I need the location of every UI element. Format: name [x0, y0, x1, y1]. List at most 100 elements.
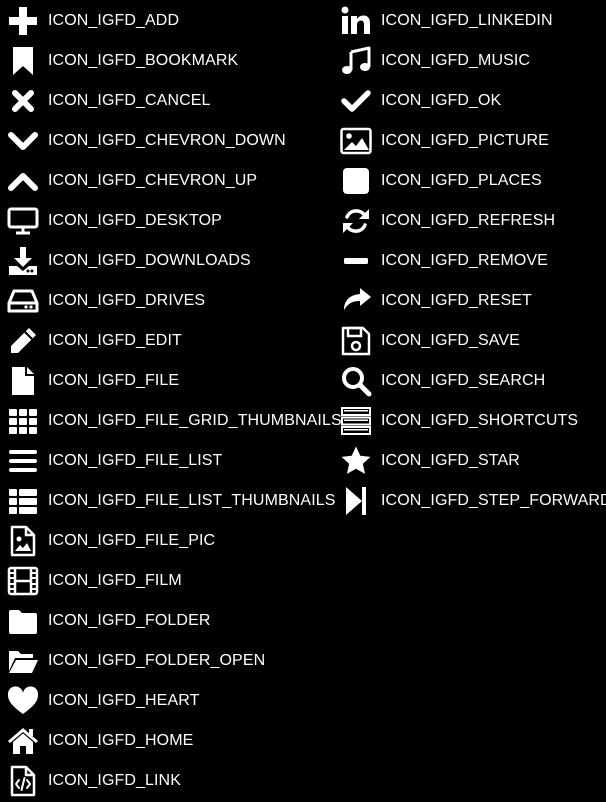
- icon-row: ICON_IGFD_SEARCH: [338, 361, 606, 401]
- icon-label: ICON_IGFD_HOME: [48, 732, 194, 749]
- icon-row: ICON_IGFD_FILE_LIST_THUMBNAILS: [5, 481, 342, 521]
- file-list-icon: [5, 443, 41, 479]
- icon-row: ICON_IGFD_REMOVE: [338, 241, 606, 281]
- icon-label: ICON_IGFD_REFRESH: [381, 212, 556, 229]
- icon-row: ICON_IGFD_HOME: [5, 721, 342, 761]
- remove-icon: [338, 243, 374, 279]
- file-icon: [5, 363, 41, 399]
- icon-label: ICON_IGFD_STEP_FORWARD: [381, 492, 606, 509]
- icon-label: ICON_IGFD_FILE_LIST: [48, 452, 223, 469]
- icon-row: ICON_IGFD_DESKTOP: [5, 201, 342, 241]
- icon-row: ICON_IGFD_REFRESH: [338, 201, 606, 241]
- icon-row: ICON_IGFD_EDIT: [5, 321, 342, 361]
- music-icon: [338, 43, 374, 79]
- icon-row: ICON_IGFD_FILM: [5, 561, 342, 601]
- reset-icon: [338, 283, 374, 319]
- icon-label: ICON_IGFD_FILE_LIST_THUMBNAILS: [48, 492, 336, 509]
- file-list-thumbnails-icon: [5, 483, 41, 519]
- icon-label: ICON_IGFD_PLACES: [381, 172, 542, 189]
- icon-row: ICON_IGFD_OK: [338, 81, 606, 121]
- icon-row: ICON_IGFD_HEART: [5, 681, 342, 721]
- places-icon: [338, 163, 374, 199]
- shortcuts-icon: [338, 403, 374, 439]
- link-icon: [5, 763, 41, 799]
- icon-row: ICON_IGFD_CHEVRON_UP: [5, 161, 342, 201]
- star-icon: [338, 443, 374, 479]
- icon-row: ICON_IGFD_DOWNLOADS: [5, 241, 342, 281]
- ok-icon: [338, 83, 374, 119]
- icon-label: ICON_IGFD_FILE: [48, 372, 180, 389]
- icon-label: ICON_IGFD_FILE_GRID_THUMBNAILS: [48, 412, 342, 429]
- cancel-icon: [5, 83, 41, 119]
- icon-label: ICON_IGFD_CANCEL: [48, 92, 211, 109]
- icon-row: ICON_IGFD_CANCEL: [5, 81, 342, 121]
- icon-label: ICON_IGFD_LINK: [48, 772, 181, 789]
- icon-row: ICON_IGFD_SAVE: [338, 321, 606, 361]
- edit-icon: [5, 323, 41, 359]
- icon-row: ICON_IGFD_SHORTCUTS: [338, 401, 606, 441]
- save-icon: [338, 323, 374, 359]
- icon-label: ICON_IGFD_DRIVES: [48, 292, 206, 309]
- icon-row: ICON_IGFD_FILE: [5, 361, 342, 401]
- drives-icon: [5, 283, 41, 319]
- icon-label: ICON_IGFD_ADD: [48, 12, 180, 29]
- icon-row: ICON_IGFD_PLACES: [338, 161, 606, 201]
- icon-label: ICON_IGFD_FOLDER: [48, 612, 211, 629]
- folder-icon: [5, 603, 41, 639]
- icon-row: ICON_IGFD_STEP_FORWARD: [338, 481, 606, 521]
- icon-row: ICON_IGFD_BOOKMARK: [5, 41, 342, 81]
- icon-row: ICON_IGFD_RESET: [338, 281, 606, 321]
- icon-row: ICON_IGFD_PICTURE: [338, 121, 606, 161]
- heart-icon: [5, 683, 41, 719]
- icon-list-right: ICON_IGFD_LINKEDIN ICON_IGFD_MUSIC ICON_…: [338, 1, 606, 521]
- icon-row: ICON_IGFD_FILE_GRID_THUMBNAILS: [5, 401, 342, 441]
- icon-label: ICON_IGFD_RESET: [381, 292, 532, 309]
- chevron-up-icon: [5, 163, 41, 199]
- icon-label: ICON_IGFD_STAR: [381, 452, 520, 469]
- picture-icon: [338, 123, 374, 159]
- icon-label: ICON_IGFD_CHEVRON_DOWN: [48, 132, 286, 149]
- icon-row: ICON_IGFD_ADD: [5, 1, 342, 41]
- icon-row: ICON_IGFD_STAR: [338, 441, 606, 481]
- icon-label: ICON_IGFD_FILM: [48, 572, 182, 589]
- icon-label: ICON_IGFD_OK: [381, 92, 502, 109]
- icon-row: ICON_IGFD_CHEVRON_DOWN: [5, 121, 342, 161]
- folder-open-icon: [5, 643, 41, 679]
- chevron-down-icon: [5, 123, 41, 159]
- step-forward-icon: [338, 483, 374, 519]
- icon-label: ICON_IGFD_LINKEDIN: [381, 12, 553, 29]
- icon-label: ICON_IGFD_FOLDER_OPEN: [48, 652, 266, 669]
- icon-label: ICON_IGFD_BOOKMARK: [48, 52, 239, 69]
- icon-label: ICON_IGFD_DOWNLOADS: [48, 252, 251, 269]
- icon-row: ICON_IGFD_FOLDER_OPEN: [5, 641, 342, 681]
- icon-label: ICON_IGFD_HEART: [48, 692, 200, 709]
- icon-row: ICON_IGFD_LINK: [5, 761, 342, 801]
- icon-label: ICON_IGFD_SAVE: [381, 332, 520, 349]
- icon-row: ICON_IGFD_FILE_PIC: [5, 521, 342, 561]
- linkedin-icon: [338, 3, 374, 39]
- downloads-icon: [5, 243, 41, 279]
- icon-label: ICON_IGFD_EDIT: [48, 332, 182, 349]
- desktop-icon: [5, 203, 41, 239]
- icon-label: ICON_IGFD_REMOVE: [381, 252, 548, 269]
- icon-label: ICON_IGFD_CHEVRON_UP: [48, 172, 258, 189]
- icon-label: ICON_IGFD_MUSIC: [381, 52, 531, 69]
- icon-row: ICON_IGFD_FILE_LIST: [5, 441, 342, 481]
- file-pic-icon: [5, 523, 41, 559]
- add-icon: [5, 3, 41, 39]
- icon-label: ICON_IGFD_SEARCH: [381, 372, 546, 389]
- icon-row: ICON_IGFD_DRIVES: [5, 281, 342, 321]
- icon-label: ICON_IGFD_FILE_PIC: [48, 532, 216, 549]
- icon-list-left: ICON_IGFD_ADD ICON_IGFD_BOOKMARK ICON_IG…: [5, 1, 342, 801]
- icon-row: ICON_IGFD_MUSIC: [338, 41, 606, 81]
- search-icon: [338, 363, 374, 399]
- icon-label: ICON_IGFD_PICTURE: [381, 132, 549, 149]
- refresh-icon: [338, 203, 374, 239]
- home-icon: [5, 723, 41, 759]
- file-grid-thumbnails-icon: [5, 403, 41, 439]
- film-icon: [5, 563, 41, 599]
- icon-row: ICON_IGFD_FOLDER: [5, 601, 342, 641]
- icon-label: ICON_IGFD_SHORTCUTS: [381, 412, 579, 429]
- icon-row: ICON_IGFD_LINKEDIN: [338, 1, 606, 41]
- icon-label: ICON_IGFD_DESKTOP: [48, 212, 222, 229]
